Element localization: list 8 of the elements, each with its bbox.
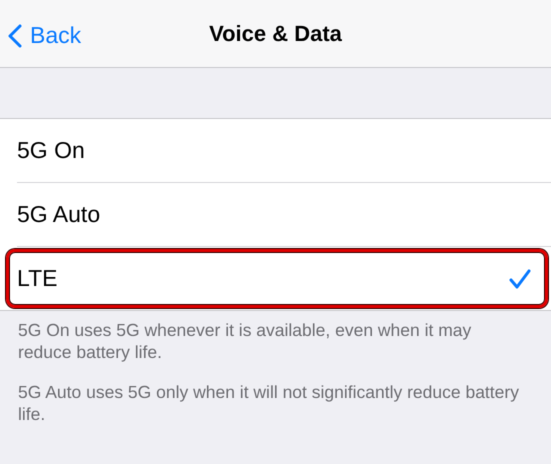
- option-row[interactable]: LTE: [17, 247, 551, 310]
- back-button[interactable]: Back: [6, 20, 84, 51]
- screen-title: Voice & Data: [209, 20, 342, 46]
- option-row[interactable]: 5G Auto: [17, 183, 551, 247]
- option-row[interactable]: 5G On: [17, 119, 551, 183]
- footer-note: 5G On uses 5G whenever it is available, even when it may reduce battery life.: [18, 319, 472, 363]
- footer-note: 5G Auto uses 5G only when it will not significantly reduce battery life.: [18, 381, 520, 425]
- chevron-left-icon: [8, 24, 22, 48]
